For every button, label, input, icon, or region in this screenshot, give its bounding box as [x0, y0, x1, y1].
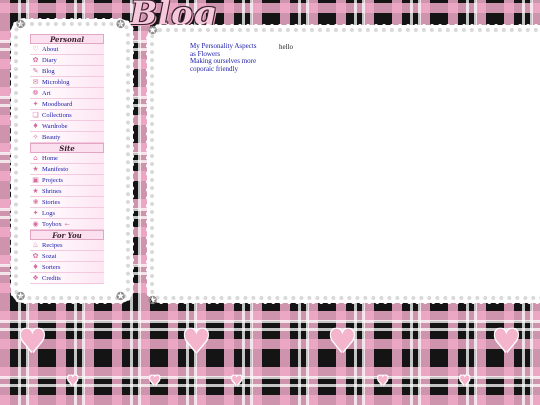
sidebar-item-microblog[interactable]: ✉ Microblog — [30, 77, 104, 88]
sidebar-item-sorters[interactable]: ♦ Sorters — [30, 262, 104, 273]
dress-icon: ♦ — [32, 121, 39, 130]
heart-decoration-icon: ♥ — [149, 374, 161, 389]
heart-decoration-icon: ♥ — [231, 374, 243, 389]
sidebar-item-beauty[interactable]: ✧ Beauty — [30, 132, 104, 143]
nav-header-site: Site — [30, 143, 104, 153]
wand-icon: ✦ — [32, 208, 39, 217]
sidebar-item-about[interactable]: ♡ About — [30, 44, 104, 55]
sidebar-item-toybox[interactable]: ◉ Toybox ← — [30, 219, 104, 230]
sidebar-item-logs[interactable]: ✦ Logs — [30, 208, 104, 219]
heart-decoration-icon: ♥ — [459, 374, 471, 389]
sidebar-item-stories[interactable]: ❀ Stories — [30, 197, 104, 208]
post-body-text: hello — [279, 43, 293, 51]
sidebar-item-moodboard[interactable]: ✦ Moodboard — [30, 99, 104, 110]
heart-decoration-icon: ♥ — [182, 322, 211, 360]
box-icon: ❏ — [32, 110, 39, 119]
nav-header-for-you: For You — [30, 230, 104, 240]
bow-icon: ✪ — [148, 294, 158, 307]
sidebar-item-wardrobe[interactable]: ♦ Wardrobe — [30, 121, 104, 132]
star-icon: ★ — [32, 164, 39, 173]
sidebar-item-recipes[interactable]: ♨ Recipes — [30, 240, 104, 251]
scroll-icon: ❀ — [32, 197, 39, 206]
sidebar-nav: Personal ♡ About ✿ Diary ✎ Blog ✉ Microblog … — [30, 34, 104, 284]
bow-icon: ✪ — [148, 24, 158, 37]
note-icon: ✉ — [32, 77, 39, 86]
sticker-icon: ✿ — [32, 251, 39, 260]
pin-icon: ✦ — [32, 99, 39, 108]
bow-icon: ✪ — [116, 290, 126, 303]
heart-decoration-icon: ♥ — [377, 374, 389, 389]
sidebar-item-credits[interactable]: ❖ Credits — [30, 273, 104, 284]
sidebar-item-home[interactable]: ⌂ Home — [30, 153, 104, 164]
post-link[interactable]: Making ourselves more coporaic friendly — [190, 57, 262, 73]
nav-header-personal: Personal — [30, 34, 104, 44]
sidebar-item-blog[interactable]: ✎ Blog — [30, 66, 104, 77]
folder-icon: ▣ — [32, 175, 39, 184]
home-icon: ⌂ — [33, 153, 38, 162]
toy-icon: ◉ — [32, 219, 39, 228]
sidebar-item-manifesto[interactable]: ★ Manifesto — [30, 164, 104, 175]
heart-decoration-icon: ♥ — [67, 374, 79, 389]
heart-icon: ♡ — [32, 44, 39, 53]
cake-icon: ♨ — [32, 240, 39, 249]
sidebar-item-collections[interactable]: ❏ Collections — [30, 110, 104, 121]
post-list: My Personality Aspects as Flowers Making… — [190, 42, 262, 73]
post-link[interactable]: My Personality Aspects as Flowers — [190, 42, 262, 58]
heart-decoration-icon: ♥ — [328, 322, 357, 360]
sidebar-item-shrines[interactable]: ★ Shrines — [30, 186, 104, 197]
heart-decoration-icon: ♥ — [18, 322, 47, 360]
gift-icon: ❖ — [32, 273, 39, 282]
lipstick-icon: ✧ — [32, 132, 39, 141]
heart-decoration-icon: ♥ — [492, 322, 521, 360]
arrow-left-icon: ← — [64, 220, 70, 228]
shrine-icon: ★ — [32, 186, 39, 195]
bow-icon: ✪ — [116, 18, 126, 31]
pencil-icon: ✎ — [32, 66, 39, 75]
palette-icon: ❁ — [32, 88, 39, 97]
bow-icon: ✪ — [16, 290, 26, 303]
bag-icon: ♦ — [32, 262, 39, 271]
book-icon: ✿ — [32, 55, 39, 64]
sidebar-item-diary[interactable]: ✿ Diary — [30, 55, 104, 66]
sidebar-item-art[interactable]: ❁ Art — [30, 88, 104, 99]
sidebar-item-sozai[interactable]: ✿ Sozai — [30, 251, 104, 262]
bow-icon: ✪ — [16, 18, 26, 31]
sidebar-item-projects[interactable]: ▣ Projects — [30, 175, 104, 186]
